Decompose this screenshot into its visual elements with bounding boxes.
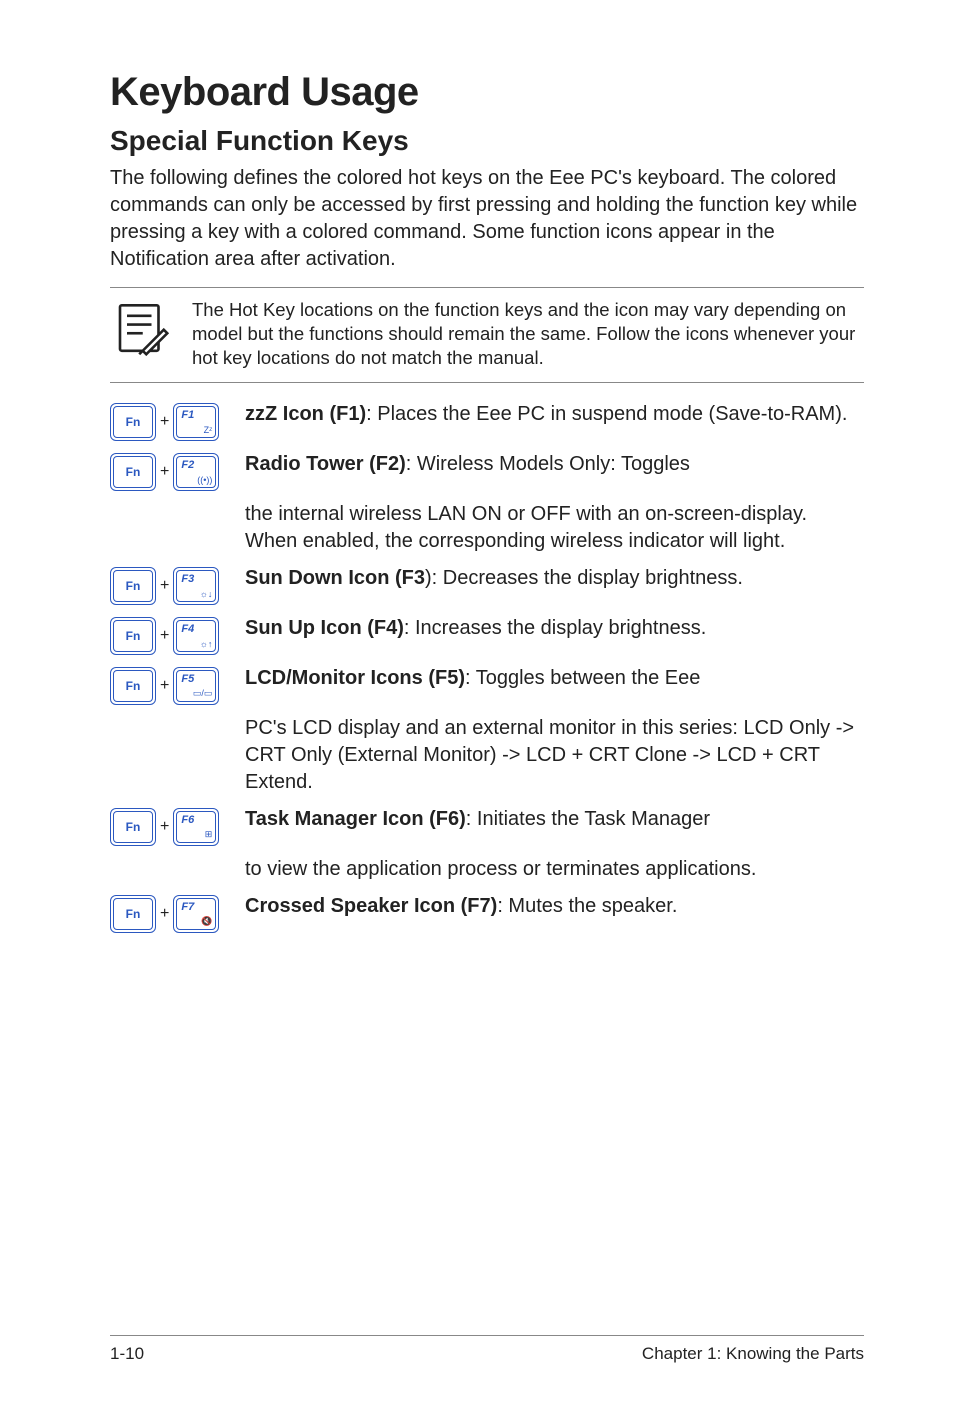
function-key-label: F2	[181, 459, 194, 471]
hotkey-continuation: the internal wireless LAN ON or OFF with…	[245, 501, 864, 555]
function-key-glyph: Zᶻ	[204, 425, 213, 435]
hotkey-row: + F3 ☼↓ Sun Down Icon (F3): Decreases the d…	[110, 565, 864, 605]
hotkey-rest: : Wireless Models Only: Toggles	[406, 453, 690, 475]
function-key-label: F6	[181, 814, 194, 826]
section-heading: Special Function Keys	[110, 125, 864, 157]
function-key-icon: F7 🔇	[173, 895, 219, 933]
hotkey-title: zzZ Icon (F1)	[245, 403, 366, 425]
page-footer: 1-10 Chapter 1: Knowing the Parts	[110, 1335, 864, 1364]
fn-key-icon	[110, 453, 156, 491]
hotkey-description: Radio Tower (F2): Wireless Models Only: …	[245, 451, 864, 478]
hotkey-continuation: to view the application process or termi…	[245, 856, 864, 883]
hotkey-rest: : Toggles between the Eee	[465, 667, 700, 689]
hotkey-rest: : Initiates the Task Manager	[466, 808, 710, 830]
key-combo: + F7 🔇	[110, 893, 245, 933]
function-key-label: F7	[181, 901, 194, 913]
fn-key-icon	[110, 895, 156, 933]
plus-sign: +	[160, 818, 169, 836]
hotkey-continuation: PC's LCD display and an external monitor…	[245, 715, 864, 796]
hotkey-rest: : Places the Eee PC in suspend mode (Sav…	[366, 403, 847, 425]
hotkey-rest: ): Decreases the display brightness.	[425, 567, 743, 589]
hotkey-row: + F1 Zᶻ zzZ Icon (F1): Places the Eee PC in…	[110, 401, 864, 441]
function-key-glyph: ☼↓	[200, 589, 213, 599]
plus-sign: +	[160, 677, 169, 695]
hotkey-row: + F4 ☼↑ Sun Up Icon (F4): Increases the dis…	[110, 615, 864, 655]
hotkey-title: Crossed Speaker Icon (F7)	[245, 895, 497, 917]
function-key-icon: F2((•))	[173, 453, 219, 491]
fn-key-icon	[110, 808, 156, 846]
hotkey-description: zzZ Icon (F1): Places the Eee PC in susp…	[245, 401, 864, 428]
note-icon	[110, 298, 172, 370]
function-key-glyph: 🔇	[201, 916, 212, 927]
hotkey-row: +F2((•))Radio Tower (F2): Wireless Model…	[110, 451, 864, 491]
hotkey-row: + F7 🔇 Crossed Speaker Icon (F7): Mutes the…	[110, 893, 864, 933]
key-combo: + F5 ▭/▭	[110, 665, 245, 705]
function-key-glyph: ⊞	[205, 829, 213, 840]
key-combo: + F4 ☼↑	[110, 615, 245, 655]
function-key-glyph: ☼↑	[200, 639, 213, 649]
hotkey-title: Radio Tower (F2)	[245, 453, 406, 475]
note-block: The Hot Key locations on the function ke…	[110, 287, 864, 383]
key-combo: + F3 ☼↓	[110, 565, 245, 605]
hotkey-rest: : Mutes the speaker.	[497, 895, 677, 917]
page-number: 1-10	[110, 1344, 144, 1364]
note-text: The Hot Key locations on the function ke…	[192, 298, 864, 370]
fn-key-icon	[110, 403, 156, 441]
fn-key-icon	[110, 667, 156, 705]
function-key-icon: F4 ☼↑	[173, 617, 219, 655]
hotkey-description: LCD/Monitor Icons (F5): Toggles between …	[245, 665, 864, 692]
hotkey-title: Sun Up Icon (F4)	[245, 617, 404, 639]
hotkey-description: Crossed Speaker Icon (F7): Mutes the spe…	[245, 893, 864, 920]
function-key-label: F1	[181, 409, 194, 421]
fn-key-icon	[110, 617, 156, 655]
hotkey-title: LCD/Monitor Icons (F5)	[245, 667, 465, 689]
function-key-glyph: ▭/▭	[193, 688, 213, 699]
function-key-label: F4	[181, 623, 194, 635]
hotkey-row: + F6 ⊞ Task Manager Icon (F6): Initiates th…	[110, 806, 864, 846]
page-heading: Keyboard Usage	[110, 70, 864, 115]
function-key-glyph: ((•))	[197, 475, 212, 485]
function-key-label: F3	[181, 573, 194, 585]
key-combo: + F1 Zᶻ	[110, 401, 245, 441]
key-combo: +F2((•))	[110, 451, 245, 491]
key-combo: + F6 ⊞	[110, 806, 245, 846]
hotkey-title: Sun Down Icon (F3	[245, 567, 425, 589]
plus-sign: +	[160, 905, 169, 923]
chapter-label: Chapter 1: Knowing the Parts	[642, 1344, 864, 1364]
plus-sign: +	[160, 413, 169, 431]
hotkey-row: + F5 ▭/▭ LCD/Monitor Icons (F5): Toggles be…	[110, 665, 864, 705]
intro-paragraph: The following defines the colored hot ke…	[110, 165, 864, 273]
function-key-label: F5	[181, 673, 194, 685]
function-key-icon: F5 ▭/▭	[173, 667, 219, 705]
hotkey-title: Task Manager Icon (F6)	[245, 808, 466, 830]
function-key-icon: F3 ☼↓	[173, 567, 219, 605]
hotkey-rest: : Increases the display brightness.	[404, 617, 706, 639]
function-key-icon: F1 Zᶻ	[173, 403, 219, 441]
plus-sign: +	[160, 627, 169, 645]
hotkey-description: Sun Up Icon (F4): Increases the display …	[245, 615, 864, 642]
function-key-icon: F6 ⊞	[173, 808, 219, 846]
hotkey-description: Sun Down Icon (F3): Decreases the displa…	[245, 565, 864, 592]
plus-sign: +	[160, 577, 169, 595]
plus-sign: +	[160, 463, 169, 481]
fn-key-icon	[110, 567, 156, 605]
hotkey-description: Task Manager Icon (F6): Initiates the Ta…	[245, 806, 864, 833]
